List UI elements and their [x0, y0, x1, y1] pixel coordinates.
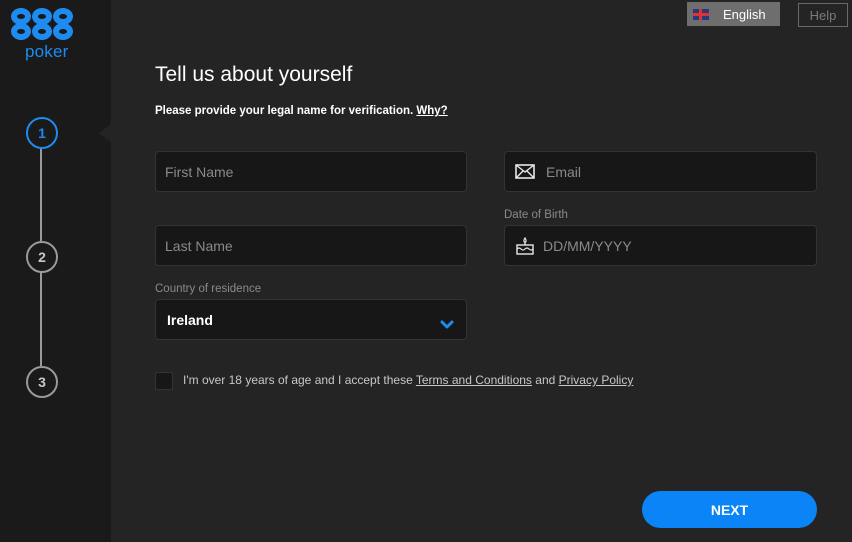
- logo-888-mark: [10, 8, 73, 40]
- privacy-link[interactable]: Privacy Policy: [559, 373, 634, 387]
- country-value: Ireland: [167, 311, 213, 328]
- terms-prefix: I'm over 18 years of age and I accept th…: [183, 373, 416, 387]
- last-name-field: [155, 225, 467, 266]
- first-name-field: [155, 151, 467, 192]
- language-label: English: [723, 6, 766, 22]
- dob-label: Date of Birth: [504, 209, 568, 221]
- age-terms-checkbox[interactable]: [155, 372, 173, 390]
- step-3: 3: [26, 366, 58, 398]
- step-2: 2: [26, 241, 58, 273]
- step-1: 1: [26, 117, 58, 149]
- terms-mid: and: [531, 373, 559, 387]
- page-title: Tell us about yourself: [155, 63, 353, 86]
- stepper-connector: [40, 148, 42, 242]
- active-step-pointer: [99, 124, 111, 142]
- terms-link[interactable]: Terms and Conditions: [416, 373, 532, 387]
- first-name-input[interactable]: [156, 152, 466, 191]
- help-button[interactable]: Help: [798, 3, 848, 27]
- subtitle-text: Please provide your legal name for verif…: [155, 105, 414, 117]
- envelope-icon: [515, 164, 535, 180]
- country-select[interactable]: Ireland: [155, 299, 467, 340]
- stepper-connector: [40, 272, 42, 366]
- dob-field: [504, 225, 817, 266]
- page-subtitle: Please provide your legal name for verif…: [155, 105, 448, 117]
- country-label: Country of residence: [155, 283, 262, 295]
- why-link[interactable]: Why?: [416, 105, 447, 117]
- chevron-down-icon: [440, 315, 454, 328]
- dob-input[interactable]: [535, 226, 816, 265]
- language-button[interactable]: English: [687, 2, 780, 26]
- email-input[interactable]: [535, 152, 816, 191]
- birthday-cake-icon: [515, 236, 535, 255]
- sidebar: poker 1 2 3: [0, 0, 111, 542]
- last-name-input[interactable]: [156, 226, 466, 265]
- 888poker-logo[interactable]: poker: [10, 8, 80, 64]
- logo-text: poker: [25, 42, 69, 61]
- email-field: [504, 151, 817, 192]
- uk-flag-icon: [693, 8, 709, 20]
- terms-text: I'm over 18 years of age and I accept th…: [183, 373, 633, 387]
- next-button[interactable]: NEXT: [642, 491, 817, 528]
